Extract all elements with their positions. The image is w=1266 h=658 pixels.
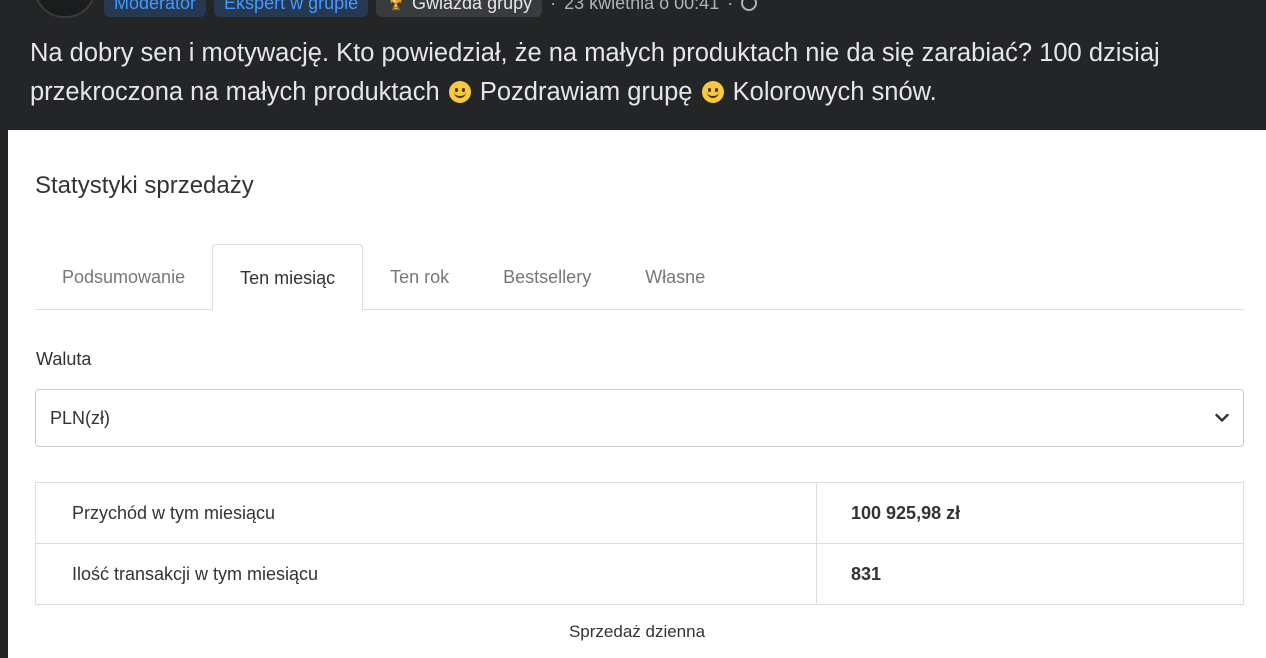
currency-select[interactable]: PLN(zł) bbox=[35, 389, 1244, 447]
tab-this-month[interactable]: Ten miesiąc bbox=[212, 244, 364, 311]
stat-value: 831 bbox=[816, 543, 1244, 605]
post-text-part-3: Kolorowych snów. bbox=[732, 78, 937, 106]
table-row: Ilość transakcji w tym miesiącu 831 bbox=[35, 543, 1244, 605]
post-date[interactable]: 23 kwietnia o 00:41 bbox=[564, 0, 719, 17]
tab-summary[interactable]: Podsumowanie bbox=[35, 244, 212, 310]
daily-sales-heading: Sprzedaż dzienna bbox=[568, 622, 706, 641]
globe-icon[interactable] bbox=[741, 0, 758, 11]
post-meta-row: Moderator Ekspert w grupie 🏆 Gwiazda gru… bbox=[0, 0, 1266, 18]
table-row: Przychód w tym miesiącu 100 925,98 zł bbox=[35, 482, 1244, 544]
currency-label: Waluta bbox=[36, 349, 92, 369]
sales-stats-panel: Statystyki sprzedaży Podsumowanie Ten mi… bbox=[8, 130, 1266, 658]
page-title: Statystyki sprzedaży bbox=[35, 172, 254, 199]
group-star-label: Gwiazda grupy bbox=[412, 0, 533, 13]
separator-dot: · bbox=[550, 0, 557, 13]
avatar[interactable] bbox=[34, 0, 96, 18]
tab-this-year[interactable]: Ten rok bbox=[363, 244, 476, 310]
separator-dot: · bbox=[727, 0, 734, 13]
facebook-post: Moderator Ekspert w grupie 🏆 Gwiazda gru… bbox=[0, 0, 1266, 130]
currency-select-value: PLN(zł) bbox=[50, 407, 111, 428]
trophy-icon: 🏆 bbox=[386, 0, 407, 11]
smiley-emoji-icon bbox=[448, 81, 471, 103]
tab-bestsellers[interactable]: Bestsellery bbox=[476, 244, 618, 310]
moderator-badge[interactable]: Moderator bbox=[104, 0, 207, 17]
chevron-down-icon bbox=[1215, 413, 1229, 422]
stat-label: Przychód w tym miesiącu bbox=[35, 482, 817, 544]
post-text-part-2: Pozdrawiam grupę bbox=[479, 78, 693, 106]
stat-label: Ilość transakcji w tym miesiącu bbox=[35, 543, 817, 605]
stat-value: 100 925,98 zł bbox=[816, 482, 1244, 544]
group-star-badge[interactable]: 🏆 Gwiazda grupy bbox=[376, 0, 543, 17]
smiley-emoji-icon bbox=[701, 81, 724, 103]
tab-bar: Podsumowanie Ten miesiąc Ten rok Bestsel… bbox=[35, 244, 1244, 311]
expert-badge[interactable]: Ekspert w grupie bbox=[214, 0, 369, 17]
stats-table: Przychód w tym miesiącu 100 925,98 zł Il… bbox=[35, 482, 1244, 605]
tab-custom[interactable]: Własne bbox=[618, 244, 732, 310]
post-text: Na dobry sen i motywację. Kto powiedział… bbox=[30, 34, 1240, 112]
